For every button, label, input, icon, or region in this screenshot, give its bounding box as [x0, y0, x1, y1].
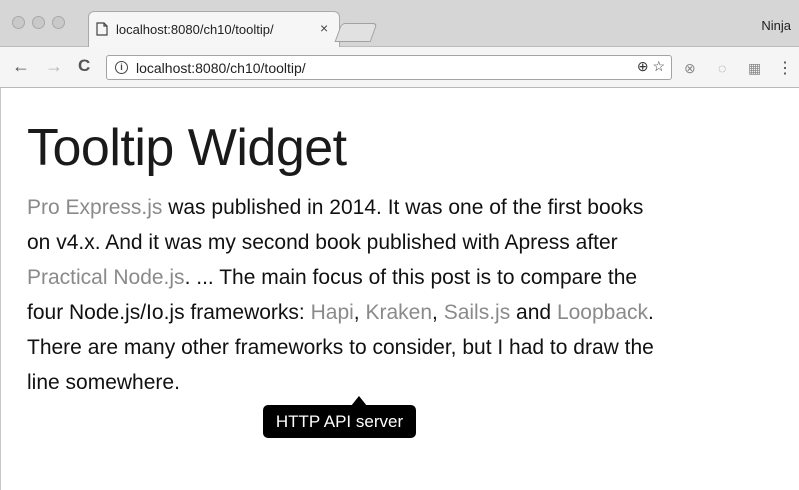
link-kraken[interactable]: Kraken	[365, 301, 432, 324]
link-hapi[interactable]: Hapi	[311, 301, 354, 324]
address-bar[interactable]: i localhost:8080/ch10/tooltip/ ⊕ ☆	[106, 55, 672, 80]
link-pro-express[interactable]: Pro Express.js	[27, 196, 162, 219]
profile-name[interactable]: Ninja	[761, 18, 791, 33]
tab-content: localhost:8080/ch10/tooltip/ ×	[96, 11, 330, 47]
toolbar: ← → C i localhost:8080/ch10/tooltip/ ⊕ ☆…	[0, 47, 799, 88]
paragraph-text: and	[510, 301, 557, 324]
extension-icon-2[interactable]: ◌	[718, 60, 726, 76]
link-practical-node[interactable]: Practical Node.js	[27, 266, 185, 289]
tab-close-icon[interactable]: ×	[320, 20, 328, 36]
link-loopback[interactable]: Loopback	[557, 301, 648, 324]
menu-icon[interactable]: ⋮	[777, 58, 793, 78]
tooltip: HTTP API server	[263, 405, 416, 438]
paragraph-text: ,	[353, 301, 366, 324]
tab-title: localhost:8080/ch10/tooltip/	[116, 21, 274, 37]
page-title: Tooltip Widget	[27, 119, 347, 177]
url-text[interactable]: localhost:8080/ch10/tooltip/	[136, 60, 306, 76]
forward-button[interactable]: →	[45, 56, 63, 77]
page-content: Tooltip Widget Pro Express.js was publis…	[27, 118, 667, 400]
browser-chrome: localhost:8080/ch10/tooltip/ × Ninja ← →…	[0, 0, 799, 90]
minimize-window-button[interactable]	[32, 16, 45, 29]
page-icon	[96, 22, 108, 36]
article-paragraph: Pro Express.js was published in 2014. It…	[27, 190, 657, 400]
reload-button[interactable]: C	[78, 56, 90, 76]
paragraph-text: ,	[432, 301, 444, 324]
link-sails[interactable]: Sails.js	[444, 301, 511, 324]
maximize-window-button[interactable]	[52, 16, 65, 29]
new-tab-button[interactable]	[334, 23, 378, 42]
tab-bar: localhost:8080/ch10/tooltip/ × Ninja	[0, 0, 799, 48]
back-button[interactable]: ←	[12, 56, 30, 77]
zoom-icon[interactable]: ⊕	[637, 58, 649, 74]
page-border	[0, 88, 1, 490]
close-window-button[interactable]	[12, 16, 25, 29]
bookmark-star-icon[interactable]: ☆	[652, 58, 665, 74]
extension-icon-1[interactable]: ⊗	[684, 60, 696, 77]
extension-icon-3[interactable]: ▦	[748, 60, 761, 77]
info-icon[interactable]: i	[115, 61, 128, 74]
omnibox-actions: ⊕ ☆	[637, 58, 665, 75]
